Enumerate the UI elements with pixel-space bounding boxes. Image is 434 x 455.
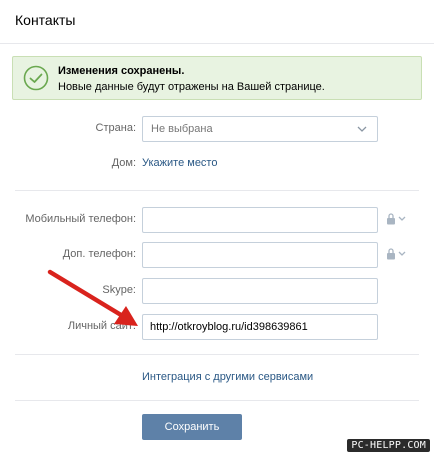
mobile-phone-input[interactable] — [142, 207, 378, 233]
success-notice: Изменения сохранены. Новые данные будут … — [12, 56, 422, 100]
integration-link[interactable]: Интеграция с другими сервисами — [142, 371, 313, 383]
notice-text: Новые данные будут отражены на Вашей стр… — [58, 81, 325, 93]
skype-input[interactable] — [142, 278, 378, 304]
mobile-label: Мобильный телефон: — [25, 213, 136, 225]
notice-title: Изменения сохранены. — [58, 65, 185, 77]
country-select[interactable]: Не выбрана — [142, 116, 378, 142]
red-arrow-icon — [47, 269, 138, 326]
page-header: Контакты — [0, 0, 434, 44]
extra-phone-input[interactable] — [142, 242, 378, 268]
save-button[interactable]: Сохранить — [142, 414, 242, 440]
home-label: Дом: — [111, 157, 136, 169]
country-select-value: Не выбрана — [151, 123, 213, 135]
watermark: PC-HELPP.COM — [347, 439, 430, 452]
divider — [15, 190, 419, 191]
chevron-down-icon — [357, 126, 367, 132]
lock-icon[interactable] — [386, 212, 408, 226]
lock-icon[interactable] — [386, 247, 408, 261]
divider — [15, 400, 419, 401]
personal-site-input[interactable] — [142, 314, 378, 340]
check-circle-icon — [23, 65, 49, 91]
home-place-link[interactable]: Укажите место — [142, 157, 217, 169]
divider — [15, 354, 419, 355]
country-label: Страна: — [95, 122, 136, 134]
page-title: Контакты — [15, 12, 76, 28]
contacts-page: Контакты Изменения сохранены. Новые данн… — [0, 0, 434, 455]
extra-phone-label: Доп. телефон: — [62, 248, 136, 260]
